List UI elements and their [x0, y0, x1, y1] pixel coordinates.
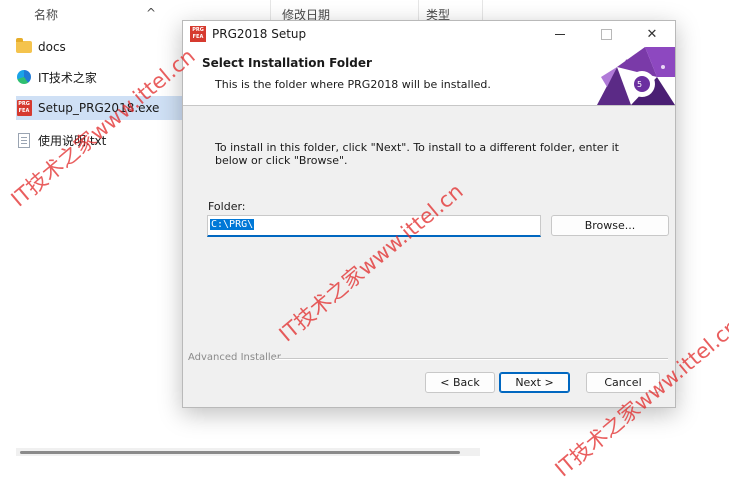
file-row-setup-exe[interactable]: PRG FEA Setup_PRG2018.exe [16, 96, 182, 120]
title-bar[interactable]: PRG FEA PRG2018 Setup ✕ [183, 21, 675, 47]
file-row-readme[interactable]: 使用说明.txt [16, 128, 182, 152]
footer-divider [275, 358, 668, 360]
back-button[interactable]: < Back [425, 372, 495, 393]
folder-path-value: C:\PRG\ [210, 219, 255, 230]
file-row-ittech[interactable]: IT技术之家 [16, 65, 182, 89]
app-icon: PRG FEA [190, 26, 206, 42]
maximize-icon [600, 28, 612, 40]
instructions-text: To install in this folder, click "Next".… [215, 141, 619, 167]
close-icon: ✕ [646, 26, 658, 42]
scrollbar-thumb[interactable] [20, 451, 460, 454]
folder-label: Folder: [208, 200, 246, 213]
column-name-header[interactable]: 名称 [34, 6, 58, 23]
sort-chevron-icon: ^ [146, 6, 157, 20]
file-name: 使用说明.txt [38, 133, 107, 148]
close-button[interactable]: ✕ [629, 21, 675, 47]
file-name: Setup_PRG2018.exe [38, 101, 160, 115]
header-banner: Select Installation Folder This is the f… [183, 47, 675, 106]
folder-path-input[interactable]: C:\PRG\ [207, 215, 541, 237]
window-title: PRG2018 Setup [212, 27, 307, 41]
edge-icon [16, 69, 32, 85]
maximize-button[interactable] [583, 21, 629, 47]
next-button[interactable]: Next > [499, 372, 570, 393]
folder-icon [16, 38, 32, 55]
txt-icon [16, 132, 32, 148]
svg-text:5: 5 [637, 80, 642, 89]
banner-title: Select Installation Folder [202, 56, 372, 70]
setup-dialog: PRG FEA PRG2018 Setup ✕ Select Installati… [182, 20, 676, 408]
advanced-installer-branding: Advanced Installer [188, 352, 281, 363]
installer-logo-graphic: 5 [597, 47, 675, 105]
banner-subtitle: This is the folder where PRG2018 will be… [215, 78, 491, 91]
file-name: docs [38, 40, 66, 54]
file-name: IT技术之家 [38, 70, 97, 85]
exe-icon: PRG FEA [16, 100, 32, 116]
minimize-button[interactable] [537, 21, 583, 47]
cancel-button[interactable]: Cancel [586, 372, 660, 393]
file-row-docs[interactable]: docs [16, 35, 182, 59]
minimize-icon [555, 33, 565, 35]
browse-button[interactable]: Browse... [551, 215, 669, 236]
